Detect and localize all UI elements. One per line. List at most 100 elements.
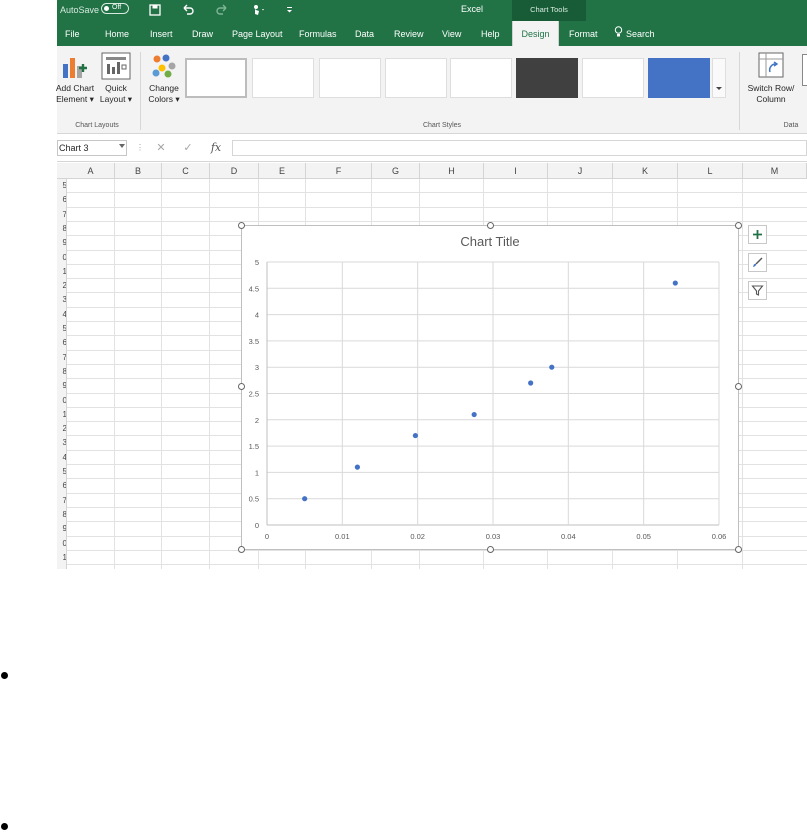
resize-handle-top[interactable] bbox=[487, 222, 494, 229]
tab-file[interactable]: File bbox=[65, 21, 80, 46]
resize-handle-bottom-left[interactable] bbox=[238, 546, 245, 553]
cancel-icon[interactable]: ✕ bbox=[154, 140, 168, 156]
column-header-g[interactable]: G bbox=[372, 163, 420, 179]
autosave-toggle[interactable]: Off bbox=[101, 3, 129, 14]
chart-style-7[interactable] bbox=[582, 58, 644, 98]
row-header[interactable]: 3 bbox=[57, 436, 66, 450]
row-header[interactable]: 9 bbox=[57, 236, 66, 250]
name-box[interactable]: Chart 3 bbox=[57, 140, 127, 156]
tab-review[interactable]: Review bbox=[394, 21, 424, 46]
insert-function-icon[interactable]: fx bbox=[209, 140, 223, 156]
row-header[interactable]: 0 bbox=[57, 251, 66, 265]
chart-style-4[interactable] bbox=[385, 58, 447, 98]
row-header[interactable]: 9 bbox=[57, 522, 66, 536]
column-header-i[interactable]: I bbox=[484, 163, 548, 179]
tab-formulas[interactable]: Formulas bbox=[299, 21, 337, 46]
resize-handle-bottom-right[interactable] bbox=[735, 546, 742, 553]
add-chart-element-button[interactable]: Add Chart Element ▾ bbox=[53, 46, 97, 116]
row-header[interactable]: 4 bbox=[57, 451, 66, 465]
tell-me-search[interactable]: Search bbox=[614, 21, 655, 46]
save-icon[interactable] bbox=[147, 2, 163, 18]
data-point[interactable] bbox=[471, 411, 477, 418]
column-header-d[interactable]: D bbox=[210, 163, 259, 179]
data-point[interactable] bbox=[354, 464, 360, 470]
resize-handle-left[interactable] bbox=[238, 383, 245, 390]
data-point[interactable] bbox=[412, 432, 419, 439]
redo-icon[interactable] bbox=[214, 2, 230, 18]
data-point[interactable] bbox=[549, 364, 555, 370]
tab-insert[interactable]: Insert bbox=[150, 21, 173, 46]
resize-handle-right[interactable] bbox=[735, 383, 742, 390]
column-header-l[interactable]: L bbox=[678, 163, 743, 179]
resize-handle-top-right[interactable] bbox=[735, 222, 742, 229]
chart-filters-button[interactable] bbox=[748, 281, 767, 300]
row-header[interactable]: 2 bbox=[57, 279, 66, 293]
chart-plot-area[interactable]: 0 0.5 1 1.5 2 2.5 3 3.5 4 4.5 5 0 0.01 0.02 0.03 0.04 0.… bbox=[242, 226, 738, 549]
resize-handle-bottom[interactable] bbox=[487, 546, 494, 553]
formula-input[interactable] bbox=[232, 140, 807, 156]
tab-design[interactable]: Design bbox=[512, 21, 559, 46]
row-header[interactable]: 1 bbox=[57, 408, 66, 422]
column-header-e[interactable]: E bbox=[259, 163, 306, 179]
chart-style-6[interactable] bbox=[516, 58, 578, 98]
row-header[interactable]: 5 bbox=[57, 465, 66, 479]
row-header[interactable]: 3 bbox=[57, 293, 66, 307]
column-header-c[interactable]: C bbox=[162, 163, 210, 179]
row-header[interactable]: 7 bbox=[57, 351, 66, 365]
column-header-a[interactable]: A bbox=[67, 163, 115, 179]
tab-page-layout[interactable]: Page Layout bbox=[232, 21, 283, 46]
column-header-b[interactable]: B bbox=[115, 163, 162, 179]
row-header[interactable]: 4 bbox=[57, 308, 66, 322]
switch-row-column-button[interactable]: Switch Row/ Column bbox=[743, 46, 799, 116]
row-header[interactable]: 8 bbox=[57, 222, 66, 236]
gallery-more-button[interactable] bbox=[712, 58, 726, 98]
scatter-chart[interactable]: Chart Title 0 0.5 1 1.5 2 2.5 3 3.5 4 4.5 5 0 0.01 0.… bbox=[241, 225, 739, 550]
row-header[interactable]: 8 bbox=[57, 508, 66, 522]
row-header[interactable]: 6 bbox=[57, 336, 66, 350]
resize-handle-top-left[interactable] bbox=[238, 222, 245, 229]
row-header[interactable]: 6 bbox=[57, 479, 66, 493]
quick-layout-button[interactable]: Quick Layout ▾ bbox=[97, 46, 135, 116]
chart-style-5[interactable] bbox=[450, 58, 512, 98]
row-header[interactable]: 8 bbox=[57, 365, 66, 379]
column-header-f[interactable]: F bbox=[306, 163, 372, 179]
column-header-j[interactable]: J bbox=[548, 163, 613, 179]
chart-styles-button[interactable] bbox=[748, 253, 767, 272]
tab-help[interactable]: Help bbox=[481, 21, 500, 46]
tab-draw[interactable]: Draw bbox=[192, 21, 213, 46]
chevron-down-icon[interactable] bbox=[119, 144, 125, 148]
row-header[interactable]: 7 bbox=[57, 494, 66, 508]
row-header[interactable]: 6 bbox=[57, 193, 66, 207]
select-data-button[interactable] bbox=[802, 54, 807, 86]
chart-style-3[interactable] bbox=[319, 58, 381, 98]
data-point[interactable] bbox=[672, 280, 678, 286]
customize-toolbar-icon[interactable] bbox=[282, 2, 298, 18]
row-header[interactable]: 0 bbox=[57, 537, 66, 551]
row-header[interactable]: 1 bbox=[57, 551, 66, 565]
data-point[interactable] bbox=[302, 496, 308, 502]
row-header[interactable]: 5 bbox=[57, 179, 66, 193]
column-header-m[interactable]: M bbox=[743, 163, 807, 179]
row-header[interactable]: 5 bbox=[57, 322, 66, 336]
touch-mode-icon[interactable] bbox=[249, 2, 265, 18]
row-header[interactable]: 9 bbox=[57, 379, 66, 393]
tab-format[interactable]: Format bbox=[569, 21, 598, 46]
x-tick-label: 0 bbox=[265, 532, 269, 541]
chart-style-2[interactable] bbox=[252, 58, 314, 98]
row-header[interactable]: 0 bbox=[57, 394, 66, 408]
row-header[interactable]: 2 bbox=[57, 422, 66, 436]
row-header[interactable]: 1 bbox=[57, 265, 66, 279]
tab-data[interactable]: Data bbox=[355, 21, 374, 46]
tab-view[interactable]: View bbox=[442, 21, 461, 46]
undo-icon[interactable] bbox=[180, 2, 196, 18]
enter-icon[interactable]: ✓ bbox=[181, 140, 195, 156]
chart-style-1[interactable] bbox=[185, 58, 247, 98]
chart-elements-button[interactable] bbox=[748, 225, 767, 244]
tab-home[interactable]: Home bbox=[105, 21, 129, 46]
column-header-k[interactable]: K bbox=[613, 163, 678, 179]
row-header[interactable]: 7 bbox=[57, 208, 66, 222]
change-colors-button[interactable]: Change Colors ▾ bbox=[145, 46, 183, 116]
chart-style-8[interactable] bbox=[648, 58, 710, 98]
data-point[interactable] bbox=[528, 380, 534, 386]
column-header-h[interactable]: H bbox=[420, 163, 484, 179]
